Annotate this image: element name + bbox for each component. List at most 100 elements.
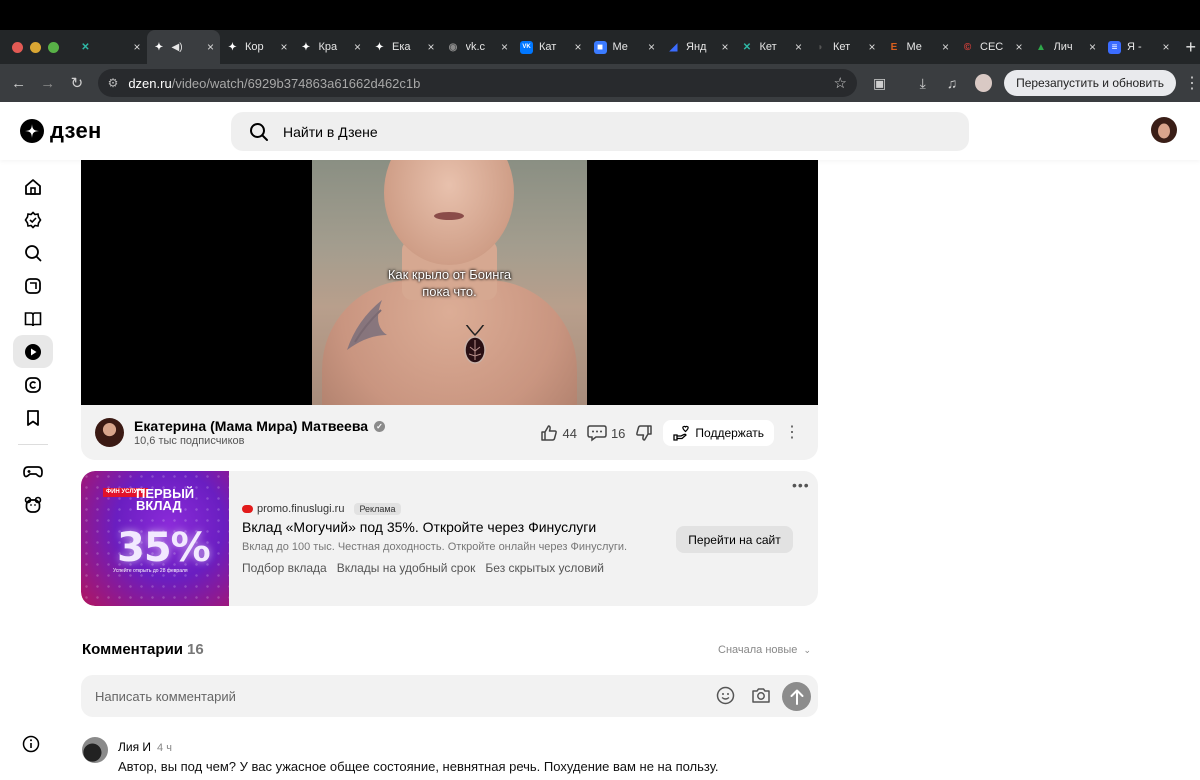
browser-tab[interactable]: ✕ Кет bbox=[735, 30, 809, 64]
browser-tab[interactable]: VK Кат bbox=[514, 30, 588, 64]
user-avatar[interactable] bbox=[1151, 117, 1177, 148]
close-tab-icon[interactable] bbox=[942, 40, 949, 54]
ad-title[interactable]: Вклад «Могучий» под 35%. Откройте через … bbox=[242, 519, 596, 535]
sidebar-item-home[interactable] bbox=[13, 170, 53, 203]
comment-text: Автор, вы под чем? У вас ужасное общее с… bbox=[118, 759, 719, 774]
forward-button[interactable]: → bbox=[33, 75, 62, 92]
ad-block[interactable]: ФИН УСЛУГИ ПЕРВЫЙ ВКЛАД 35% Успейте откр… bbox=[81, 471, 818, 606]
maximize-window-button[interactable] bbox=[48, 41, 59, 53]
browser-tab[interactable]: ✦ Кор bbox=[220, 30, 294, 64]
emoji-icon[interactable] bbox=[716, 686, 735, 705]
search-bar[interactable]: Найти в Дзене bbox=[231, 112, 969, 151]
sidebar-item-search[interactable] bbox=[13, 236, 53, 269]
close-tab-icon[interactable] bbox=[1089, 40, 1096, 54]
media-control-icon[interactable]: ♫ bbox=[937, 75, 966, 91]
restart-update-button[interactable]: Перезапустить и обновить bbox=[1004, 70, 1176, 96]
bear-icon bbox=[24, 496, 42, 513]
profile-avatar[interactable] bbox=[974, 74, 993, 92]
dzen-logo[interactable]: дзен bbox=[20, 118, 102, 144]
like-button[interactable]: 44 bbox=[540, 424, 577, 442]
copyright-icon: © bbox=[963, 41, 972, 53]
minimize-window-button[interactable] bbox=[30, 41, 41, 53]
sidebar-item-games[interactable] bbox=[13, 455, 53, 488]
browser-tab[interactable]: ◢ Янд bbox=[661, 30, 735, 64]
ad-image[interactable]: ФИН УСЛУГИ ПЕРВЫЙ ВКЛАД 35% Успейте откр… bbox=[81, 471, 229, 606]
new-tab-button[interactable]: + bbox=[1186, 38, 1197, 56]
camera-icon[interactable] bbox=[751, 686, 771, 705]
ad-sitelink[interactable]: Без скрытых условий bbox=[485, 561, 604, 575]
comment-author[interactable]: Лия И bbox=[118, 740, 151, 754]
search-input[interactable]: Найти в Дзене bbox=[283, 124, 378, 140]
close-tab-icon[interactable] bbox=[648, 40, 655, 54]
comments-button[interactable]: 16 bbox=[587, 424, 625, 442]
ad-domain[interactable]: promo.finuslugi.ru bbox=[257, 503, 344, 515]
tab-label: Ме bbox=[612, 41, 628, 53]
sidebar-item-articles[interactable] bbox=[13, 302, 53, 335]
support-button[interactable]: Поддержать bbox=[663, 420, 774, 446]
ad-description: Вклад до 100 тыс. Честная доходность. От… bbox=[242, 541, 628, 553]
browser-tab[interactable]: ◉ vk.c bbox=[441, 30, 515, 64]
reload-button[interactable]: ↻ bbox=[62, 74, 91, 92]
site-info-icon[interactable]: ⚙ bbox=[108, 76, 119, 90]
info-icon[interactable] bbox=[22, 735, 40, 758]
sidebar-item-shorts[interactable] bbox=[13, 269, 53, 302]
close-tab-icon[interactable] bbox=[280, 40, 287, 54]
dislike-button[interactable] bbox=[635, 424, 653, 442]
ad-more-icon[interactable]: ••• bbox=[792, 477, 810, 493]
send-comment-button[interactable] bbox=[782, 682, 811, 711]
channel-name-row[interactable]: Екатерина (Мама Мира) Матвеева ✓ bbox=[134, 418, 386, 434]
browser-tab[interactable]: ◗ Кет bbox=[808, 30, 882, 64]
tab-search-icon[interactable]: ▣ bbox=[865, 75, 894, 92]
close-tab-icon[interactable] bbox=[1162, 40, 1169, 54]
close-tab-icon[interactable] bbox=[501, 40, 508, 54]
sidebar-item-bookmarks[interactable] bbox=[13, 401, 53, 434]
sidebar-item-video[interactable] bbox=[13, 335, 53, 368]
ad-sitelink[interactable]: Вклады на удобный срок bbox=[337, 561, 476, 575]
go-to-site-button[interactable]: Перейти на сайт bbox=[676, 526, 793, 553]
docs-icon: ≡ bbox=[1108, 40, 1121, 54]
close-tab-icon[interactable] bbox=[721, 40, 728, 54]
comment-author-avatar[interactable] bbox=[82, 737, 108, 763]
browser-tab[interactable]: ≡ Я - bbox=[1102, 30, 1176, 64]
close-tab-icon[interactable] bbox=[574, 40, 581, 54]
dzen-icon: ✦ bbox=[301, 41, 311, 53]
ad-label-badge: Реклама bbox=[354, 503, 401, 515]
bookmark-star-icon[interactable]: ☆ bbox=[834, 74, 847, 92]
close-tab-icon[interactable] bbox=[1015, 40, 1022, 54]
browser-tab[interactable]: ✦ ◀) bbox=[146, 30, 220, 64]
browser-tab[interactable]: ▲ Лич bbox=[1029, 30, 1103, 64]
subscriptions-icon bbox=[24, 210, 42, 229]
browser-tab[interactable]: ✦ Кра bbox=[294, 30, 368, 64]
comment-input[interactable]: Написать комментарий bbox=[95, 689, 236, 704]
browser-tab[interactable]: ✕ bbox=[73, 30, 147, 64]
ad-sitelink[interactable]: Подбор вклада bbox=[242, 561, 327, 575]
close-tab-icon[interactable] bbox=[795, 40, 802, 54]
more-options-icon[interactable]: ⋮ bbox=[784, 425, 800, 441]
browser-tab[interactable]: ✦ Ека bbox=[367, 30, 441, 64]
channel-name[interactable]: Екатерина (Мама Мира) Матвеева bbox=[134, 418, 368, 434]
channel-avatar[interactable] bbox=[95, 418, 124, 447]
comment-input-box[interactable]: Написать комментарий bbox=[81, 675, 818, 717]
browser-menu-icon[interactable]: ⋮ bbox=[1184, 73, 1200, 93]
address-bar[interactable]: ⚙ dzen.ru /video/watch/6929b374863a61662… bbox=[97, 69, 857, 97]
sidebar-item-tv[interactable] bbox=[13, 368, 53, 401]
browser-tab[interactable]: E Ме bbox=[882, 30, 956, 64]
download-icon[interactable]: ⤓ bbox=[908, 75, 937, 92]
comments-sort-dropdown[interactable]: Сначала новые ⌄ bbox=[718, 644, 811, 656]
close-window-button[interactable] bbox=[12, 41, 23, 53]
close-tab-icon[interactable] bbox=[354, 40, 361, 54]
like-count: 44 bbox=[562, 425, 577, 441]
video-player[interactable]: Как крыло от Боинга пока что. bbox=[81, 160, 818, 405]
close-tab-icon[interactable] bbox=[207, 40, 214, 54]
close-tab-icon[interactable] bbox=[427, 40, 434, 54]
subscriber-count: 10,6 тыс подписчиков bbox=[134, 435, 245, 447]
sidebar-item-subscriptions[interactable] bbox=[13, 203, 53, 236]
close-tab-icon[interactable] bbox=[868, 40, 875, 54]
advertiser-logo-icon bbox=[242, 505, 253, 513]
browser-tab[interactable]: ■ Ме bbox=[588, 30, 662, 64]
close-tab-icon[interactable] bbox=[133, 40, 140, 54]
back-button[interactable]: ← bbox=[4, 75, 33, 92]
sidebar-item-kids[interactable] bbox=[13, 488, 53, 521]
speaker-icon[interactable]: ◀) bbox=[172, 42, 183, 53]
browser-tab[interactable]: © СЕС bbox=[955, 30, 1029, 64]
